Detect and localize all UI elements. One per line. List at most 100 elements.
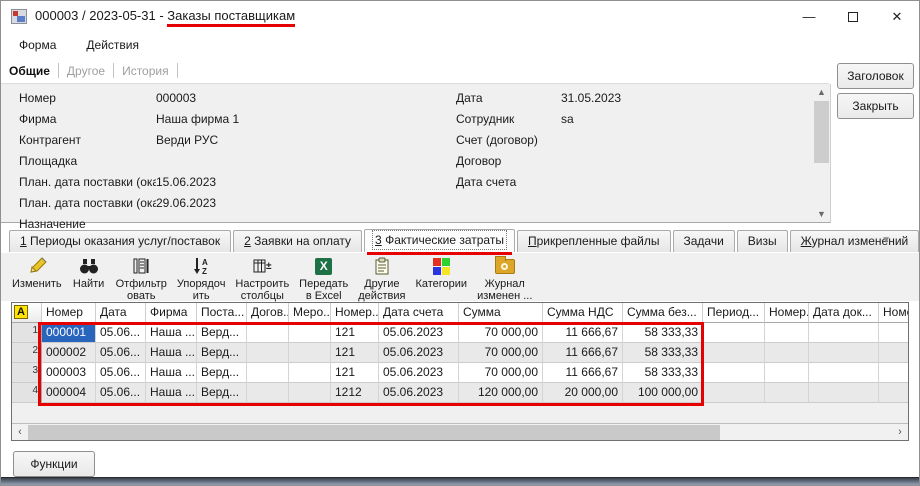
grid-cell[interactable] [765,383,809,403]
scrollbar-thumb[interactable] [814,101,829,163]
grid-column-header[interactable]: Номер... [331,303,379,323]
grid-horizontal-scrollbar[interactable]: ‹ › [12,423,908,440]
grid-cell[interactable]: 05.06... [96,323,146,343]
tab-zadachi[interactable]: Задачи [673,230,735,252]
table-row[interactable]: 100000105.06...Наша ...Верд...12105.06.2… [12,323,908,343]
zagolovok-button[interactable]: Заголовок [837,63,914,89]
grid-cell[interactable]: 11 666,67 [543,363,623,383]
grid-cell[interactable] [765,323,809,343]
grid-cell[interactable]: Верд... [197,363,247,383]
grid-cell[interactable]: 11 666,67 [543,343,623,363]
grid-cell[interactable] [247,363,289,383]
tab-fakticheskie-zatraty[interactable]: 3 Фактические затраты [364,229,515,252]
tab-prikreplennye-fayly[interactable]: Прикрепленные файлы [517,230,671,252]
tab-overflow-icon[interactable]: ▼ [881,235,891,246]
tab-drugoe[interactable]: Другое [59,61,113,81]
grid-column-header[interactable]: Дата счета [379,303,459,323]
tab-periody[interactable]: 1 Периоды оказания услуг/поставок [9,230,231,252]
minimize-button[interactable]: — [787,1,831,32]
grid-cell[interactable]: 05.06... [96,363,146,383]
grid-column-header[interactable]: Меро... [289,303,331,323]
grid-column-header[interactable]: Номер [42,303,96,323]
scroll-left-icon[interactable]: ‹ [12,424,28,440]
tab-obshchie[interactable]: Общие [1,61,58,81]
grid-cell[interactable] [703,363,765,383]
grid-cell[interactable]: 58 333,33 [623,343,703,363]
expenses-grid[interactable]: AНомерДатаФирмаПоста...Догов...Меро...Но… [11,302,909,441]
grid-cell[interactable]: 121 [331,363,379,383]
grid-cell[interactable]: Наша ... [146,383,197,403]
filter-button[interactable]: Отфильтр овать [111,253,172,303]
field-value-plan-data-1[interactable]: 15.06.2023 [156,175,216,189]
grid-cell[interactable]: Верд... [197,323,247,343]
grid-column-header[interactable]: Период... [703,303,765,323]
grid-cell[interactable]: 000003 [42,363,96,383]
grid-cell[interactable] [289,343,331,363]
grid-cell[interactable]: 58 333,33 [623,323,703,343]
grid-column-header[interactable]: Сумма НДС [543,303,623,323]
maximize-button[interactable] [831,1,875,32]
field-value-nomer[interactable]: 000003 [156,91,196,105]
grid-cell[interactable] [809,383,879,403]
scroll-up-icon[interactable]: ▲ [813,85,830,100]
grid-cell[interactable] [289,383,331,403]
grid-column-header[interactable]: Фирма [146,303,197,323]
row-number-cell[interactable]: 1 [12,323,42,343]
grid-column-header[interactable]: Номер [879,303,909,323]
edit-button[interactable]: Изменить [7,253,67,291]
grid-cell[interactable]: 70 000,00 [459,363,543,383]
grid-cell[interactable]: Верд... [197,383,247,403]
tab-istoriya[interactable]: История [114,61,177,81]
sort-button[interactable]: AZ Упорядоч ить [172,253,231,303]
field-value-plan-data-2[interactable]: 29.06.2023 [156,196,216,210]
tab-zhurnal-izmeneniy[interactable]: Журнал изменений [790,230,920,252]
grid-column-header[interactable]: Дата док... [809,303,879,323]
grid-column-header[interactable]: Сумма без... [623,303,703,323]
grid-cell[interactable] [703,323,765,343]
grid-cell[interactable]: 000004 [42,383,96,403]
field-value-data[interactable]: 31.05.2023 [561,91,621,105]
table-row[interactable]: 200000205.06...Наша ...Верд...12105.06.2… [12,343,908,363]
row-number-cell[interactable]: 4 [12,383,42,403]
functions-button[interactable]: Функции [13,451,95,477]
grid-cell[interactable]: 100 000,00 [623,383,703,403]
grid-cell[interactable]: 70 000,00 [459,323,543,343]
grid-cell[interactable]: Наша ... [146,343,197,363]
grid-column-header[interactable]: Поста... [197,303,247,323]
grid-column-header[interactable]: Дата [96,303,146,323]
grid-cell[interactable]: 58 333,33 [623,363,703,383]
grid-cell[interactable]: 000002 [42,343,96,363]
grid-cell[interactable] [289,363,331,383]
grid-corner-cell[interactable]: A [12,303,42,323]
grid-cell[interactable] [879,363,909,383]
grid-cell[interactable] [809,323,879,343]
row-number-cell[interactable]: 3 [12,363,42,383]
table-row[interactable]: 300000305.06...Наша ...Верд...12105.06.2… [12,363,908,383]
grid-cell[interactable] [765,343,809,363]
grid-cell[interactable] [247,383,289,403]
table-row[interactable]: 400000405.06...Наша ...Верд...121205.06.… [12,383,908,403]
grid-cell[interactable]: Верд... [197,343,247,363]
grid-cell[interactable] [247,323,289,343]
grid-cell[interactable]: 05.06.2023 [379,343,459,363]
grid-cell[interactable]: 05.06.2023 [379,323,459,343]
field-value-sotrudnik[interactable]: sa [561,112,574,126]
grid-column-header[interactable]: Сумма [459,303,543,323]
scroll-down-icon[interactable]: ▼ [813,207,830,222]
grid-cell[interactable] [879,343,909,363]
grid-cell[interactable] [765,363,809,383]
grid-cell[interactable]: 11 666,67 [543,323,623,343]
grid-cell[interactable] [247,343,289,363]
grid-cell[interactable] [879,383,909,403]
menu-deystviya[interactable]: Действия [74,34,151,56]
scroll-right-icon[interactable]: › [892,424,908,440]
other-actions-button[interactable]: Другие действия [353,253,410,303]
grid-cell[interactable]: 000001 [42,323,96,343]
grid-cell[interactable]: 20 000,00 [543,383,623,403]
grid-cell[interactable] [809,363,879,383]
form-scrollbar[interactable]: ▲ ▼ [813,85,830,222]
categories-button[interactable]: Категории [410,253,472,291]
field-value-kontragent[interactable]: Верди РУС [156,133,218,147]
grid-cell[interactable] [703,343,765,363]
grid-column-header[interactable]: Догов... [247,303,289,323]
